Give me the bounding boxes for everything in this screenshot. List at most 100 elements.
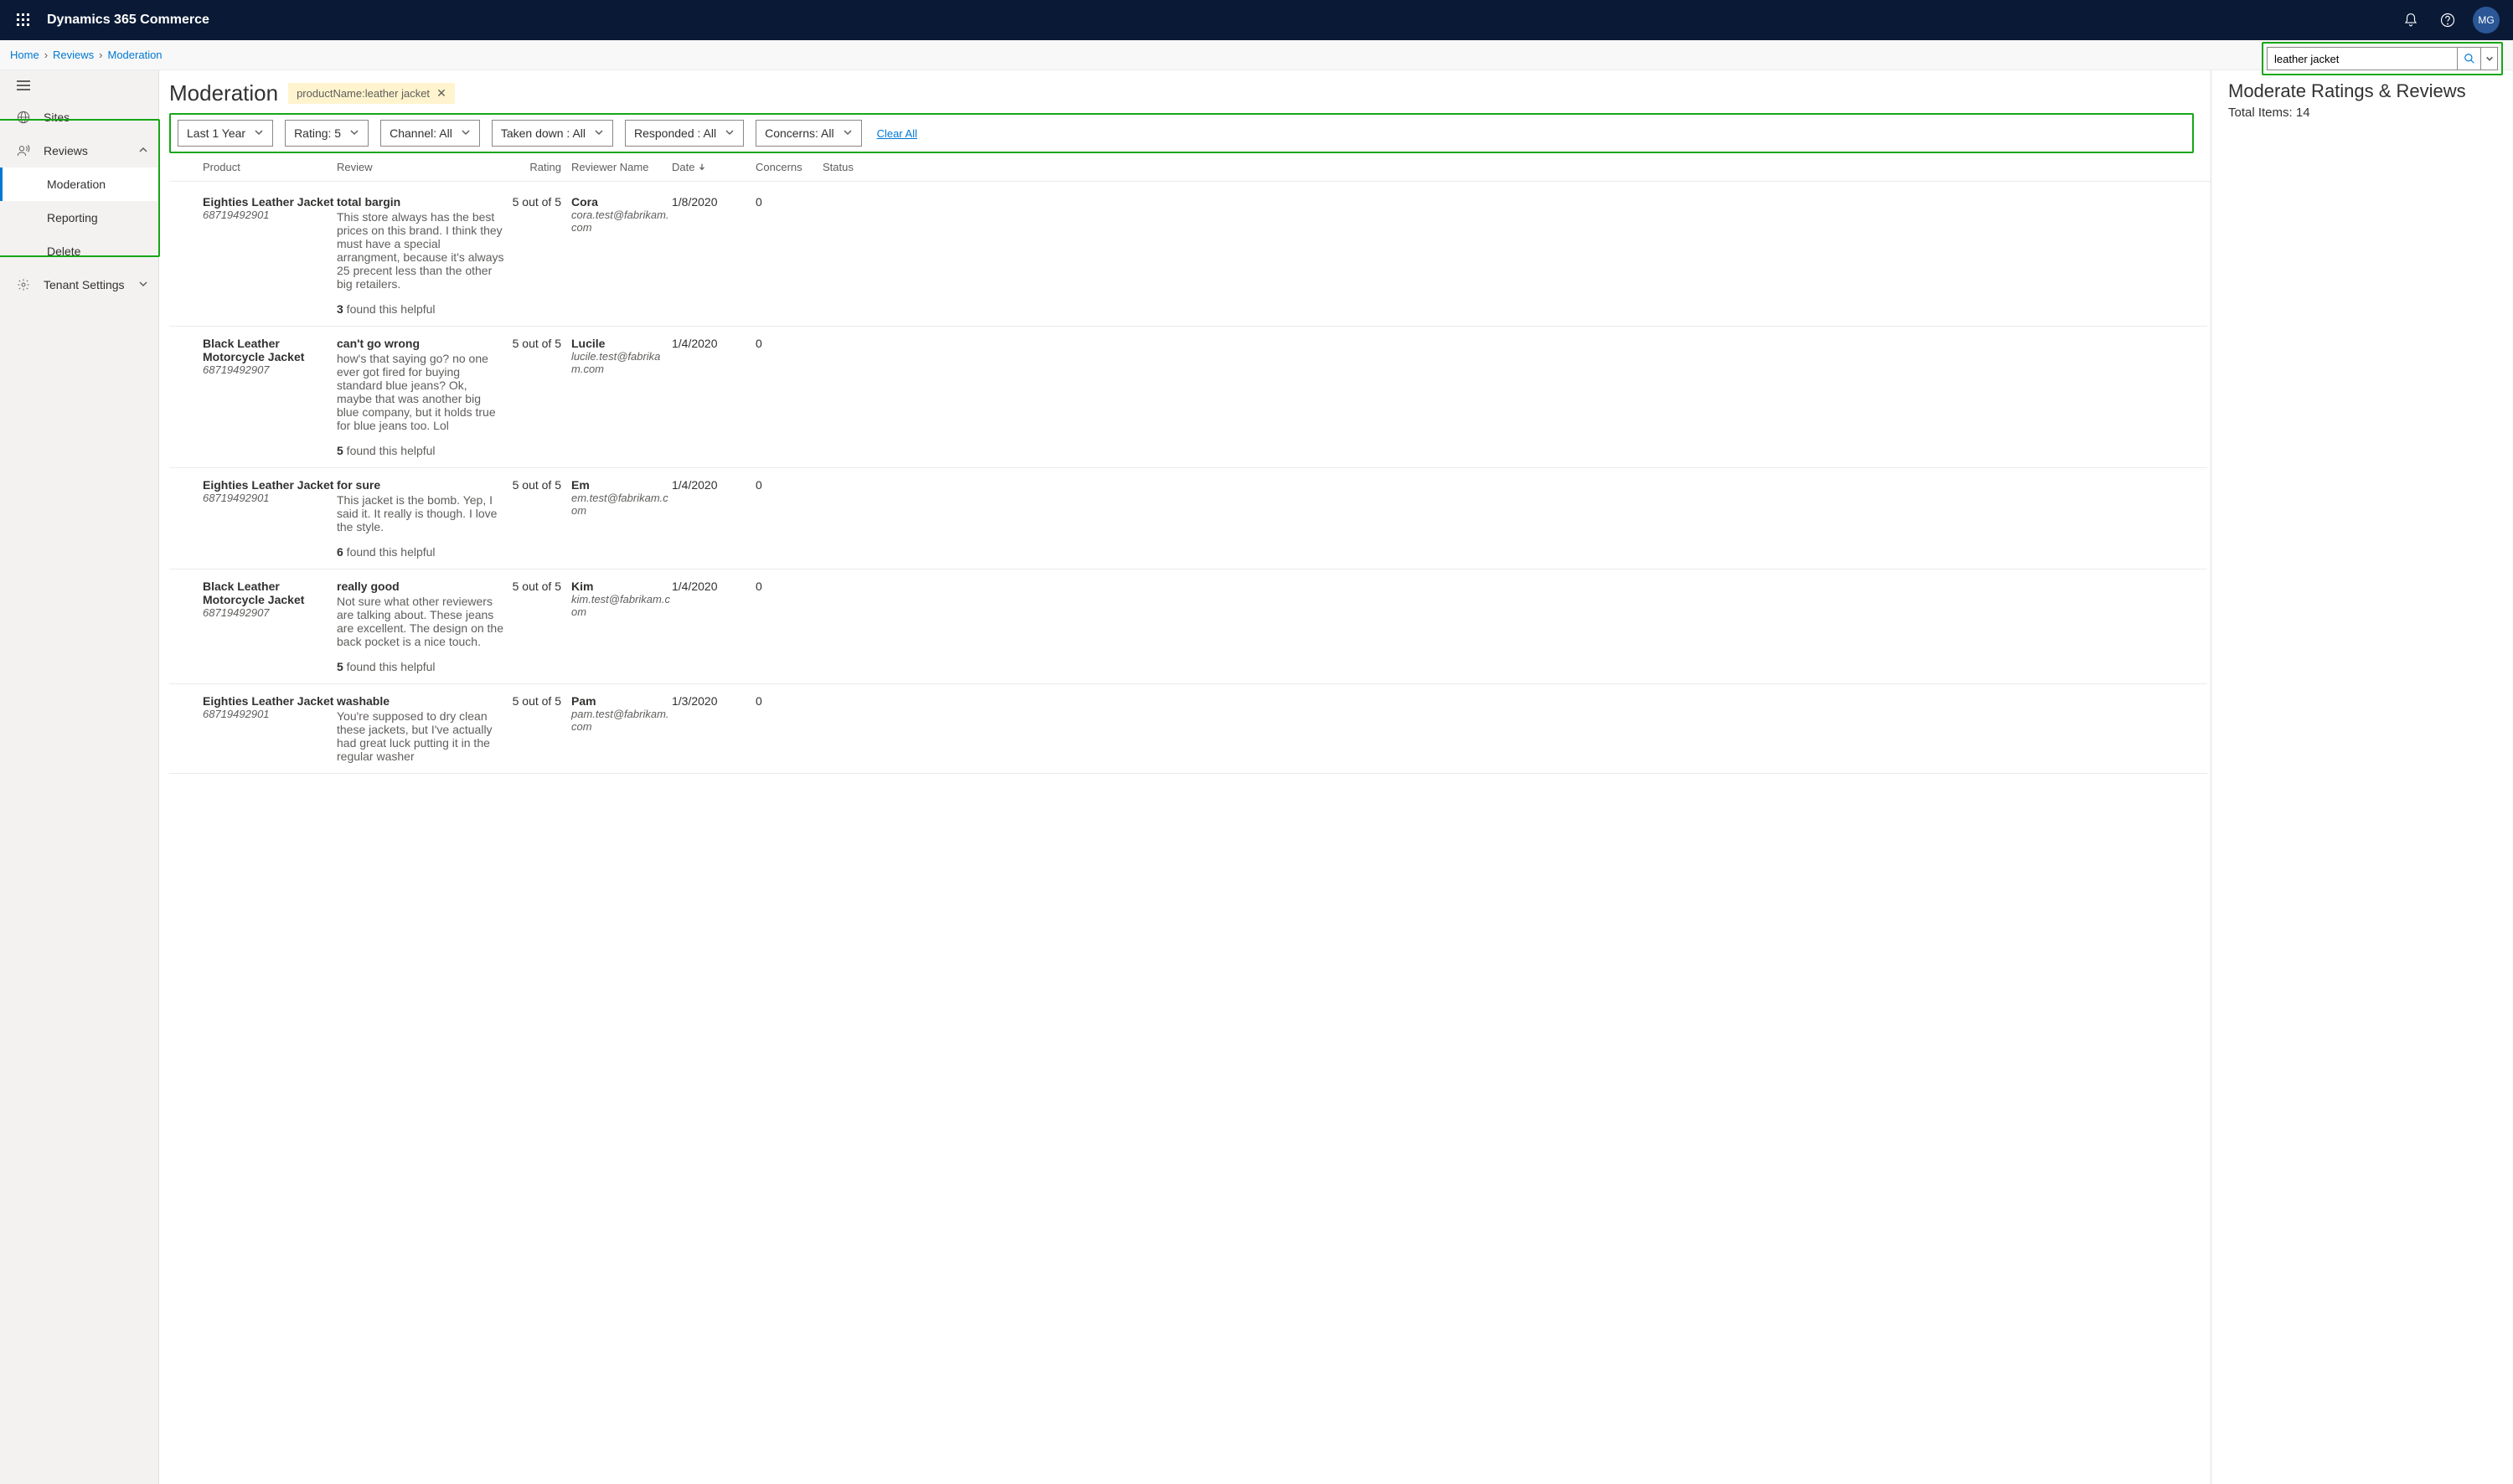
sort-down-icon: [694, 161, 706, 173]
page-title: Moderation: [169, 80, 278, 106]
review-date: 1/4/2020: [672, 478, 756, 559]
filter-responded[interactable]: Responded : All: [625, 120, 744, 147]
review-date: 1/4/2020: [672, 337, 756, 457]
col-date[interactable]: Date: [672, 161, 756, 173]
review-body: You're supposed to dry clean these jacke…: [337, 709, 504, 763]
review-body: This jacket is the bomb. Yep, I said it.…: [337, 493, 504, 533]
filters-highlight: Last 1 Year Rating: 5 Channel: All Taken…: [169, 113, 2194, 153]
sidebar-item-tenant-settings[interactable]: Tenant Settings: [0, 268, 158, 301]
review-title: for sure: [337, 478, 504, 492]
product-sku: 68719492901: [203, 492, 337, 504]
product-sku: 68719492907: [203, 363, 337, 376]
right-panel: Moderate Ratings & Reviews Total Items: …: [2211, 70, 2513, 1484]
status-value: [823, 478, 873, 559]
filter-channel[interactable]: Channel: All: [380, 120, 480, 147]
table-row[interactable]: Black Leather Motorcycle Jacket 68719492…: [169, 569, 2207, 684]
person-voice-icon: [17, 144, 30, 157]
review-title: total bargin: [337, 195, 504, 209]
col-status[interactable]: Status: [823, 161, 873, 173]
breadcrumb-reviews[interactable]: Reviews: [53, 49, 94, 61]
review-title: really good: [337, 580, 504, 593]
table-row[interactable]: Eighties Leather Jacket 68719492901 wash…: [169, 684, 2207, 774]
breadcrumb-home[interactable]: Home: [10, 49, 39, 61]
sidebar-item-delete[interactable]: Delete: [0, 234, 158, 268]
chevron-down-icon: [254, 126, 264, 140]
product-name: Eighties Leather Jacket: [203, 478, 337, 492]
sidebar-item-reviews[interactable]: Reviews: [0, 134, 158, 167]
chevron-down-icon: [594, 126, 604, 140]
notifications-icon[interactable]: [2392, 0, 2429, 40]
right-panel-title: Moderate Ratings & Reviews: [2228, 80, 2496, 102]
status-value: [823, 195, 873, 316]
search-dropdown-button[interactable]: [2481, 47, 2498, 70]
close-icon[interactable]: ✕: [436, 86, 446, 100]
sidebar: Sites Reviews Moderation Reporting Delet…: [0, 70, 159, 1484]
helpful-count: 3 found this helpful: [337, 302, 504, 316]
status-value: [823, 337, 873, 457]
search-box-highlight: [2262, 42, 2503, 75]
sidebar-item-label: Reviews: [44, 144, 88, 157]
product-sku: 68719492901: [203, 708, 337, 720]
table-row[interactable]: Black Leather Motorcycle Jacket 68719492…: [169, 327, 2207, 468]
review-body: This store always has the best prices on…: [337, 210, 504, 291]
table-body[interactable]: Eighties Leather Jacket 68719492901 tota…: [169, 185, 2207, 1484]
helpful-count: 5 found this helpful: [337, 444, 504, 457]
status-value: [823, 580, 873, 673]
reviewer-name: Pam: [571, 694, 672, 708]
reviewer-email: lucile.test@fabrikam.com: [571, 350, 672, 375]
col-review[interactable]: Review: [337, 161, 504, 173]
concerns-count: 0: [756, 478, 823, 559]
filter-date[interactable]: Last 1 Year: [178, 120, 273, 147]
review-date: 1/8/2020: [672, 195, 756, 316]
chevron-down-icon: [349, 126, 359, 140]
rating-value: 5 out of 5: [504, 694, 571, 763]
app-launcher-icon[interactable]: [7, 3, 40, 37]
avatar[interactable]: MG: [2473, 7, 2500, 33]
review-body: Not sure what other reviewers are talkin…: [337, 595, 504, 648]
total-items: Total Items: 14: [2228, 106, 2496, 120]
app-title: Dynamics 365 Commerce: [47, 13, 209, 28]
col-product[interactable]: Product: [203, 161, 337, 173]
sidebar-item-label: Delete: [47, 245, 80, 258]
concerns-count: 0: [756, 337, 823, 457]
search-input[interactable]: [2267, 47, 2458, 70]
reviewer-email: cora.test@fabrikam.com: [571, 209, 672, 234]
sub-bar: Home › Reviews › Moderation: [0, 40, 2513, 70]
clear-all-link[interactable]: Clear All: [877, 127, 917, 140]
rating-value: 5 out of 5: [504, 337, 571, 457]
hamburger-icon[interactable]: [0, 70, 158, 100]
product-sku: 68719492901: [203, 209, 337, 221]
search-button[interactable]: [2458, 47, 2481, 70]
col-reviewer[interactable]: Reviewer Name: [571, 161, 672, 173]
status-value: [823, 694, 873, 763]
col-rating[interactable]: Rating: [504, 161, 571, 173]
sidebar-item-label: Moderation: [47, 178, 106, 191]
sidebar-item-label: Tenant Settings: [44, 278, 125, 291]
sidebar-item-reporting[interactable]: Reporting: [0, 201, 158, 234]
concerns-count: 0: [756, 694, 823, 763]
help-icon[interactable]: [2429, 0, 2466, 40]
breadcrumb-moderation[interactable]: Moderation: [108, 49, 163, 61]
product-name: Eighties Leather Jacket: [203, 694, 337, 708]
sidebar-item-sites[interactable]: Sites: [0, 100, 158, 134]
filter-concerns[interactable]: Concerns: All: [756, 120, 861, 147]
product-name: Black Leather Motorcycle Jacket: [203, 580, 337, 606]
filter-taken-down[interactable]: Taken down : All: [492, 120, 613, 147]
table-row[interactable]: Eighties Leather Jacket 68719492901 tota…: [169, 185, 2207, 327]
concerns-count: 0: [756, 580, 823, 673]
chevron-down-icon: [461, 126, 471, 140]
gear-icon: [17, 278, 30, 291]
rating-value: 5 out of 5: [504, 580, 571, 673]
reviewer-name: Cora: [571, 195, 672, 209]
table-row[interactable]: Eighties Leather Jacket 68719492901 for …: [169, 468, 2207, 569]
helpful-count: 6 found this helpful: [337, 545, 504, 559]
reviewer-email: em.test@fabrikam.com: [571, 492, 672, 517]
col-concerns[interactable]: Concerns: [756, 161, 823, 173]
filter-chip-label: productName:leather jacket: [297, 87, 430, 100]
reviewer-email: kim.test@fabrikam.com: [571, 593, 672, 618]
sidebar-item-moderation[interactable]: Moderation: [0, 167, 158, 201]
chevron-down-icon: [138, 278, 148, 291]
review-date: 1/4/2020: [672, 580, 756, 673]
reviewer-name: Em: [571, 478, 672, 492]
filter-rating[interactable]: Rating: 5: [285, 120, 369, 147]
